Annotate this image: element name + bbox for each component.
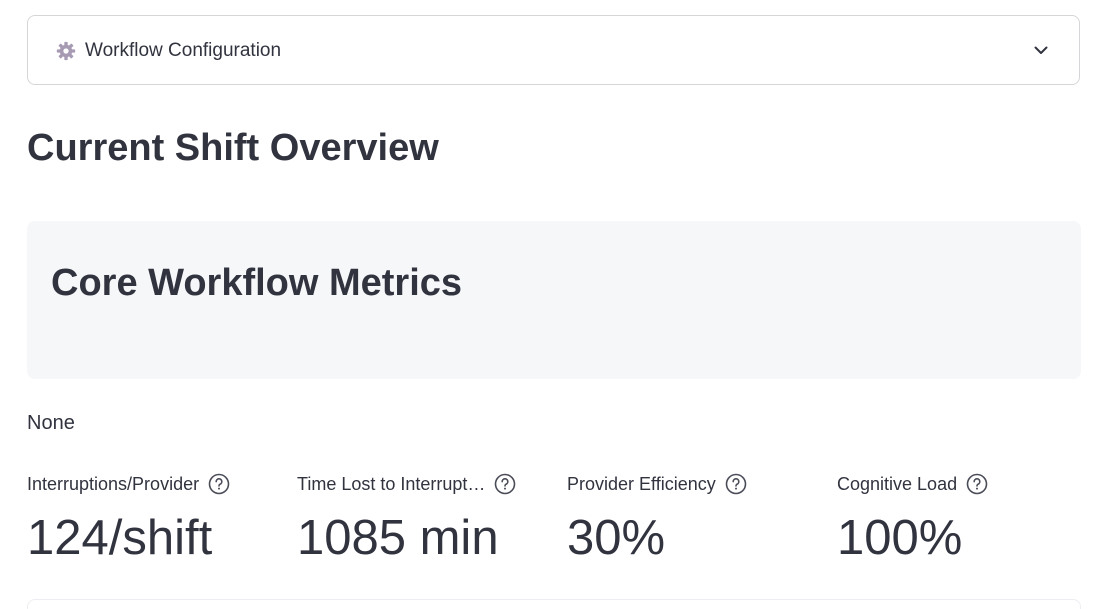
help-icon[interactable] (208, 473, 230, 495)
metric-value: 124/shift (27, 511, 213, 565)
card-title: Core Workflow Metrics (51, 262, 463, 304)
metric-label: Interruptions/Provider (27, 474, 200, 494)
core-metrics-card: Core Workflow Metrics (27, 221, 1081, 379)
chevron-down-icon[interactable] (1033, 42, 1049, 58)
metric-cognitive-load: Cognitive Load 100% (837, 470, 1097, 568)
next-section-edge (27, 599, 1081, 609)
metric-provider-efficiency: Provider Efficiency 30% (567, 470, 827, 568)
workflow-configuration-expander[interactable]: Workflow Configuration (27, 15, 1080, 85)
metric-time-lost: Time Lost to Interrupt… 1085 min (297, 470, 557, 568)
expander-label: Workflow Configuration (85, 40, 282, 61)
metric-label: Time Lost to Interrupt… (297, 474, 486, 494)
help-icon[interactable] (966, 473, 988, 495)
metric-value: 1085 min (297, 511, 499, 565)
help-icon[interactable] (494, 473, 516, 495)
page: Workflow Configuration Current Shift Ove… (0, 0, 1117, 609)
metric-label: Provider Efficiency (567, 474, 716, 494)
metric-value: 100% (837, 511, 963, 565)
page-title: Current Shift Overview (27, 127, 439, 169)
metric-label: Cognitive Load (837, 474, 958, 494)
status-text: None (27, 412, 75, 434)
gear-icon (56, 41, 76, 61)
metric-interruptions: Interruptions/Provider 124/shift (27, 470, 287, 568)
help-icon[interactable] (725, 473, 747, 495)
metric-value: 30% (567, 511, 666, 565)
